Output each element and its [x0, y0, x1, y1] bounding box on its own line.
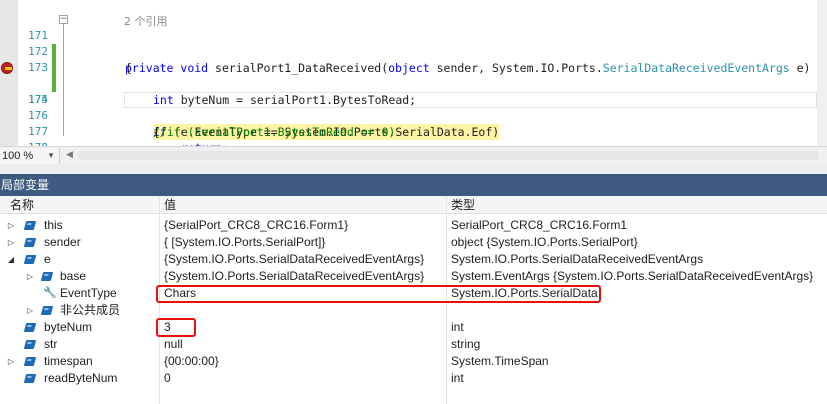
- field-icon: [40, 272, 54, 281]
- expand-arrow-icon[interactable]: ▷: [6, 234, 16, 251]
- field-icon: [23, 255, 37, 264]
- variable-name: 非公共成员: [60, 303, 121, 317]
- variable-type: string: [451, 337, 481, 351]
- code-line-174[interactable]: 174 if (e.EventType == System.IO.Ports.S…: [0, 60, 827, 140]
- code-line-178[interactable]: 178 }: [0, 124, 827, 146]
- expand-arrow-icon[interactable]: ▷: [25, 268, 35, 285]
- variable-name: byteNum: [44, 320, 93, 334]
- field-icon: [40, 306, 54, 315]
- locals-panel-title[interactable]: 局部变量: [0, 174, 827, 196]
- code-editor[interactable]: 2 个引用 171 − private void serialPort1_Dat…: [0, 0, 827, 146]
- variable-name: base: [60, 269, 87, 283]
- variable-type: System.TimeSpan: [451, 354, 549, 368]
- expand-arrow-icon[interactable]: ▷: [6, 217, 16, 234]
- variable-type: int: [451, 371, 464, 385]
- code-line-175[interactable]: 175 //if (serialPort1.BytesToRead == 0): [0, 76, 827, 139]
- editor-vertical-scrollbar[interactable]: [817, 0, 827, 146]
- collapse-arrow-icon[interactable]: ◢: [6, 251, 16, 268]
- variable-name: this: [44, 218, 63, 232]
- variable-name: e: [44, 252, 51, 266]
- variable-value[interactable]: 0: [164, 370, 171, 387]
- highlight-box-eventtype: [156, 285, 601, 303]
- code-line-176[interactable]: 176 {: [0, 92, 827, 139]
- column-header-type[interactable]: 类型: [451, 196, 475, 214]
- locals-row-base[interactable]: ▷ base {System.IO.Ports.SerialDataReceiv…: [0, 268, 827, 285]
- variable-value[interactable]: {00:00:00}: [164, 353, 219, 370]
- code-line-172[interactable]: 172 {: [0, 28, 827, 75]
- variable-value[interactable]: {System.IO.Ports.SerialDataReceivedEvent…: [164, 251, 424, 268]
- variable-type: SerialPort_CRC8_CRC16.Form1: [451, 218, 628, 232]
- locals-row-str[interactable]: str null string: [0, 336, 827, 353]
- field-icon: [23, 340, 37, 349]
- variable-name: sender: [44, 235, 81, 249]
- expand-arrow-icon[interactable]: ▷: [6, 353, 16, 370]
- collapse-icon[interactable]: −: [59, 15, 68, 24]
- horizontal-scrollbar[interactable]: [78, 151, 818, 160]
- column-header-value[interactable]: 值: [164, 196, 176, 214]
- breakpoint-current-statement-icon[interactable]: [1, 62, 13, 74]
- property-wrench-icon: 🔧: [43, 287, 57, 299]
- field-icon: [23, 357, 37, 366]
- field-icon: [23, 323, 37, 332]
- panel-splitter[interactable]: [0, 164, 827, 174]
- code-line-177[interactable]: 177 return;: [0, 108, 827, 146]
- field-icon: [23, 221, 37, 230]
- code-line-173[interactable]: 173 int byteNum = serialPort1.BytesToRea…: [0, 44, 827, 107]
- locals-row-nonpublic[interactable]: ▷ 非公共成员: [0, 302, 827, 319]
- zoom-dropdown[interactable]: 100 % ▼: [0, 148, 60, 164]
- column-header-name[interactable]: 名称: [10, 196, 34, 214]
- variable-type: System.EventArgs {System.IO.Ports.Serial…: [451, 269, 814, 283]
- locals-row-this[interactable]: ▷ this {SerialPort_CRC8_CRC16.Form1} Ser…: [0, 217, 827, 234]
- expand-arrow-icon[interactable]: ▷: [25, 302, 35, 319]
- highlight-box-bytenum: [156, 318, 196, 337]
- change-marker: [52, 76, 56, 92]
- variable-value[interactable]: {System.IO.Ports.SerialDataReceivedEvent…: [164, 268, 424, 285]
- variable-name: timespan: [44, 354, 93, 368]
- variable-value[interactable]: {SerialPort_CRC8_CRC16.Form1}: [164, 217, 348, 234]
- chevron-down-icon: ▼: [47, 151, 55, 160]
- change-marker: [52, 44, 56, 60]
- field-icon: [23, 374, 37, 383]
- editor-status-bar: 100 % ▼ ◀: [0, 146, 827, 164]
- change-marker: [52, 60, 56, 76]
- locals-row-readbytenum[interactable]: readByteNum 0 int: [0, 370, 827, 387]
- variable-type: object {System.IO.Ports.SerialPort}: [451, 235, 638, 249]
- locals-row-bytenum[interactable]: byteNum 3 int: [0, 319, 827, 336]
- variable-name: readByteNum: [44, 371, 118, 385]
- code-line-171[interactable]: 171 − private void serialPort1_DataRecei…: [0, 12, 827, 76]
- variable-type: System.IO.Ports.SerialDataReceivedEventA…: [451, 252, 704, 266]
- field-icon: [23, 238, 37, 247]
- variable-type: int: [451, 320, 464, 334]
- variable-value[interactable]: null: [164, 336, 183, 353]
- locals-row-timespan[interactable]: ▷ timespan {00:00:00} System.TimeSpan: [0, 353, 827, 370]
- zoom-value: 100 %: [2, 150, 34, 162]
- scroll-left-icon[interactable]: ◀: [66, 149, 73, 160]
- locals-row-sender[interactable]: ▷ sender { [System.IO.Ports.SerialPort]}…: [0, 234, 827, 251]
- locals-grid-header: 名称 值 类型: [0, 196, 827, 214]
- variable-value[interactable]: { [System.IO.Ports.SerialPort]}: [164, 234, 325, 251]
- locals-row-e[interactable]: ◢ e {System.IO.Ports.SerialDataReceivedE…: [0, 251, 827, 268]
- variable-name: EventType: [60, 286, 117, 300]
- variable-name: str: [44, 337, 58, 351]
